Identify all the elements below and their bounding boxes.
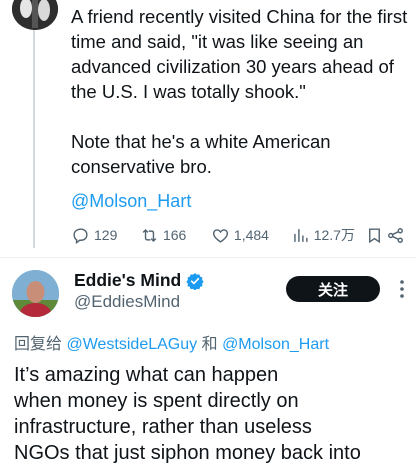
tweet-line: the U.S. I was totally shook." — [71, 81, 306, 102]
reply-button[interactable]: 129 — [71, 226, 140, 245]
bookmark-icon — [368, 227, 380, 243]
bookmark-button[interactable] — [365, 226, 387, 245]
avatar[interactable] — [12, 270, 59, 317]
more-button[interactable] — [392, 276, 412, 302]
share-icon — [388, 227, 404, 243]
display-name[interactable]: Eddie's Mind — [74, 270, 181, 291]
tweet-line: Note that he's a white American — [71, 131, 331, 152]
reply-line: when money is spent directly on — [14, 390, 299, 412]
like-count: 1,484 — [233, 227, 269, 243]
mention-link[interactable]: @Molson_Hart — [71, 191, 191, 212]
heart-icon — [212, 228, 228, 243]
author-name-row: Eddie's Mind — [74, 270, 204, 291]
more-vertical-icon — [400, 280, 404, 298]
reply-line: It’s amazing what can happen — [14, 364, 279, 386]
reply-line: infrastructure, rather than useless — [14, 416, 312, 438]
reply-count: 129 — [94, 227, 118, 243]
divider — [0, 257, 416, 258]
retweet-icon — [142, 228, 157, 242]
tweet-actions: 129 166 1,484 12.7万 — [71, 222, 406, 248]
tweet-line: conservative bro. — [71, 156, 212, 177]
views-button[interactable]: 12.7万 — [291, 225, 365, 245]
tweet-line: A friend recently visited China for the … — [71, 6, 408, 27]
tweet-text: A friend recently visited China for the … — [71, 4, 413, 179]
follow-button[interactable]: 关注 — [286, 276, 380, 302]
reply-mention[interactable]: @WestsideLAGuy — [66, 336, 197, 353]
reply-icon — [73, 227, 88, 244]
reply-mention[interactable]: @Molson_Hart — [222, 336, 329, 353]
retweet-button[interactable]: 166 — [140, 226, 211, 245]
tweet-line: advanced civilization 30 years ahead of — [71, 56, 394, 77]
views-icon — [293, 228, 308, 242]
reply-line: NGOs that just siphon money back into — [14, 442, 361, 464]
retweet-count: 166 — [162, 227, 187, 243]
views-count: 12.7万 — [313, 227, 355, 243]
verified-badge-icon — [186, 272, 204, 290]
like-button[interactable]: 1,484 — [211, 226, 291, 245]
share-button[interactable] — [386, 226, 406, 245]
replying-to: 回复给 @WestsideLAGuy 和 @Molson_Hart — [14, 330, 329, 354]
reply-text: It’s amazing what can happen when money … — [14, 362, 414, 466]
reply-prefix: 回复给 — [14, 336, 63, 353]
reply-conjunction: 和 — [201, 336, 218, 353]
tweet-line: time and said, "it was like seeing an — [71, 31, 364, 52]
avatar[interactable] — [12, 0, 58, 30]
thread-line — [33, 30, 35, 248]
handle[interactable]: @EddiesMind — [74, 292, 180, 312]
